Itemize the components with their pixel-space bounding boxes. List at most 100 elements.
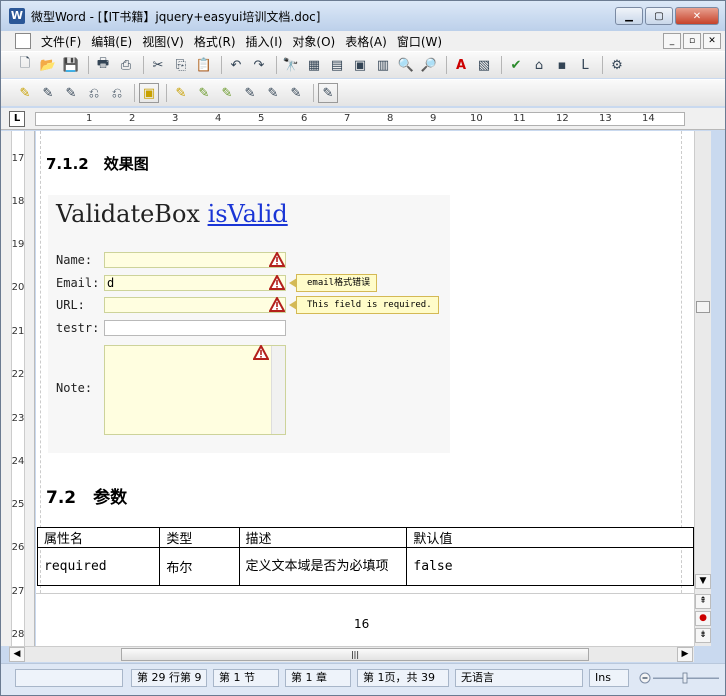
- next-page-button[interactable]: ⇟: [695, 628, 711, 643]
- minimize-button[interactable]: ▁: [615, 7, 643, 25]
- redo-icon[interactable]: ⎌: [107, 83, 127, 103]
- redo-icon[interactable]: ⎌: [84, 83, 104, 103]
- edit-icon[interactable]: ✎: [61, 83, 81, 103]
- name-label: Name:: [56, 253, 93, 267]
- paste-icon[interactable]: 📋: [194, 55, 214, 75]
- pen-icon[interactable]: ✎: [194, 83, 214, 103]
- ruler-strip[interactable]: 1 2 3 4 5 6 7 8 9 10 11 12 13 14: [35, 112, 685, 126]
- stamp-icon[interactable]: ⚙: [607, 55, 627, 75]
- copy-icon[interactable]: ⎘: [171, 55, 191, 75]
- object-icon[interactable]: ▣: [139, 83, 159, 103]
- page-icon[interactable]: ▣: [350, 55, 370, 75]
- scroll-down-button[interactable]: ▼: [695, 574, 711, 589]
- mdi-minimize-button[interactable]: _: [663, 33, 681, 49]
- redo-icon[interactable]: ↷: [249, 55, 269, 75]
- menu-insert[interactable]: 插入(I): [246, 33, 283, 50]
- email-input[interactable]: d: [104, 275, 286, 291]
- ruler-tick: 6: [301, 113, 308, 124]
- email-error-tooltip: email格式错误: [288, 274, 378, 292]
- pen-icon[interactable]: ✎: [263, 83, 283, 103]
- toolbar-separator: [143, 56, 144, 74]
- status-bar: 第 29 行第 9 第 1 节 第 1 章 第 1页，共 39 无语言 Ins: [1, 663, 725, 695]
- open-icon[interactable]: 📂: [38, 55, 58, 75]
- horizontal-scroll-thumb[interactable]: |||: [121, 648, 589, 661]
- zoom-icon[interactable]: 🔍: [396, 55, 416, 75]
- menu-window[interactable]: 窗口(W): [397, 33, 442, 50]
- word-app-icon[interactable]: W: [9, 8, 25, 24]
- undo-icon[interactable]: ↶: [226, 55, 246, 75]
- ruler-tick: 1: [86, 113, 93, 124]
- vruler-number: 20: [11, 282, 25, 293]
- warning-icon: [269, 275, 285, 290]
- status-insert-mode[interactable]: Ins: [589, 669, 629, 687]
- scroll-right-button[interactable]: ▶: [677, 647, 693, 662]
- prev-page-button[interactable]: ⇞: [695, 594, 711, 609]
- table-icon[interactable]: ▦: [304, 55, 324, 75]
- table-header-cell: 类型: [159, 527, 240, 548]
- save-icon[interactable]: 💾: [61, 55, 81, 75]
- pen-icon[interactable]: ✎: [217, 83, 237, 103]
- edit-icon[interactable]: ✎: [15, 83, 35, 103]
- font-color-icon[interactable]: A: [451, 55, 471, 75]
- window-title: 微型Word - [【IT书籍】jquery+easyui培训文档.doc]: [31, 9, 321, 24]
- menu-file[interactable]: 文件(F): [41, 33, 81, 50]
- menu-table[interactable]: 表格(A): [345, 33, 387, 50]
- find-icon[interactable]: 🔭: [281, 55, 301, 75]
- vertical-scroll-thumb[interactable]: [696, 301, 710, 313]
- testr-label: testr:: [56, 321, 100, 335]
- format-painter-icon[interactable]: ⌂: [529, 55, 549, 75]
- testr-input[interactable]: [104, 320, 286, 336]
- document-area[interactable]: 7.1.2 效果图 ValidateBox isValid Name: Emai…: [36, 131, 694, 646]
- zoom-slider[interactable]: [639, 672, 721, 684]
- cut-icon[interactable]: ✂: [148, 55, 168, 75]
- toolbar-separator: [221, 56, 222, 74]
- mdi-restore-button[interactable]: ▫: [683, 33, 701, 49]
- name-input[interactable]: [104, 252, 286, 268]
- maximize-icon: ▢: [654, 10, 664, 22]
- insert-icon[interactable]: ▤: [327, 55, 347, 75]
- figure-title-link[interactable]: isValid: [208, 200, 288, 228]
- vertical-ruler-strip[interactable]: [11, 131, 25, 646]
- print-icon[interactable]: 🖶: [93, 55, 113, 75]
- vertical-scrollbar[interactable]: ▼ ⇞ ● ⇟: [694, 131, 711, 646]
- l-icon[interactable]: L: [575, 55, 595, 75]
- pen-icon[interactable]: ✎: [171, 83, 191, 103]
- abc-check-icon[interactable]: ✔: [506, 55, 526, 75]
- ruler-tick: 10: [470, 113, 483, 124]
- tab-stop-selector[interactable]: L: [9, 111, 25, 127]
- email-label: Email:: [56, 276, 100, 290]
- ruler-tick: 8: [387, 113, 394, 124]
- pen-icon[interactable]: ✎: [286, 83, 306, 103]
- scroll-left-button[interactable]: ◀: [9, 647, 25, 662]
- mdi-close-button[interactable]: ✕: [703, 33, 721, 49]
- new-doc-icon[interactable]: 🗋: [15, 55, 35, 75]
- menu-object[interactable]: 对象(O): [292, 33, 335, 50]
- columns-icon[interactable]: ▥: [373, 55, 393, 75]
- maximize-button[interactable]: ▢: [645, 7, 673, 25]
- toolbar-separator: [276, 56, 277, 74]
- pen-icon[interactable]: ✎: [240, 83, 260, 103]
- pdf-icon[interactable]: ⎙: [116, 55, 136, 75]
- vruler-number: 18: [11, 196, 25, 207]
- pen-icon[interactable]: ✎: [318, 83, 338, 103]
- edit-icon[interactable]: ✎: [38, 83, 58, 103]
- spell-icon[interactable]: 🔎: [419, 55, 439, 75]
- ruler-tick: 9: [430, 113, 437, 124]
- textarea-scrollbar[interactable]: [271, 346, 285, 434]
- margin-guide: [40, 131, 41, 593]
- heading-7-2: 7.2 参数: [46, 488, 128, 508]
- document-icon[interactable]: [15, 33, 31, 49]
- menu-edit[interactable]: 编辑(E): [91, 33, 132, 50]
- params-table: 属性名 类型 描述 默认值 required 布尔 定义文本域是否为必填项 fa…: [36, 527, 694, 586]
- status-chapter: 第 1 章: [285, 669, 351, 687]
- menu-format[interactable]: 格式(R): [194, 33, 236, 50]
- text-icon[interactable]: ▧: [474, 55, 494, 75]
- url-input[interactable]: [104, 297, 286, 313]
- table-cell: false: [406, 547, 694, 586]
- browse-object-button[interactable]: ●: [695, 611, 711, 626]
- horizontal-scrollbar[interactable]: ◀ ||| ▶: [9, 646, 694, 662]
- margin-guide: [681, 131, 682, 593]
- box-icon[interactable]: ▪: [552, 55, 572, 75]
- menu-view[interactable]: 视图(V): [142, 33, 184, 50]
- close-button[interactable]: ✕: [675, 7, 719, 25]
